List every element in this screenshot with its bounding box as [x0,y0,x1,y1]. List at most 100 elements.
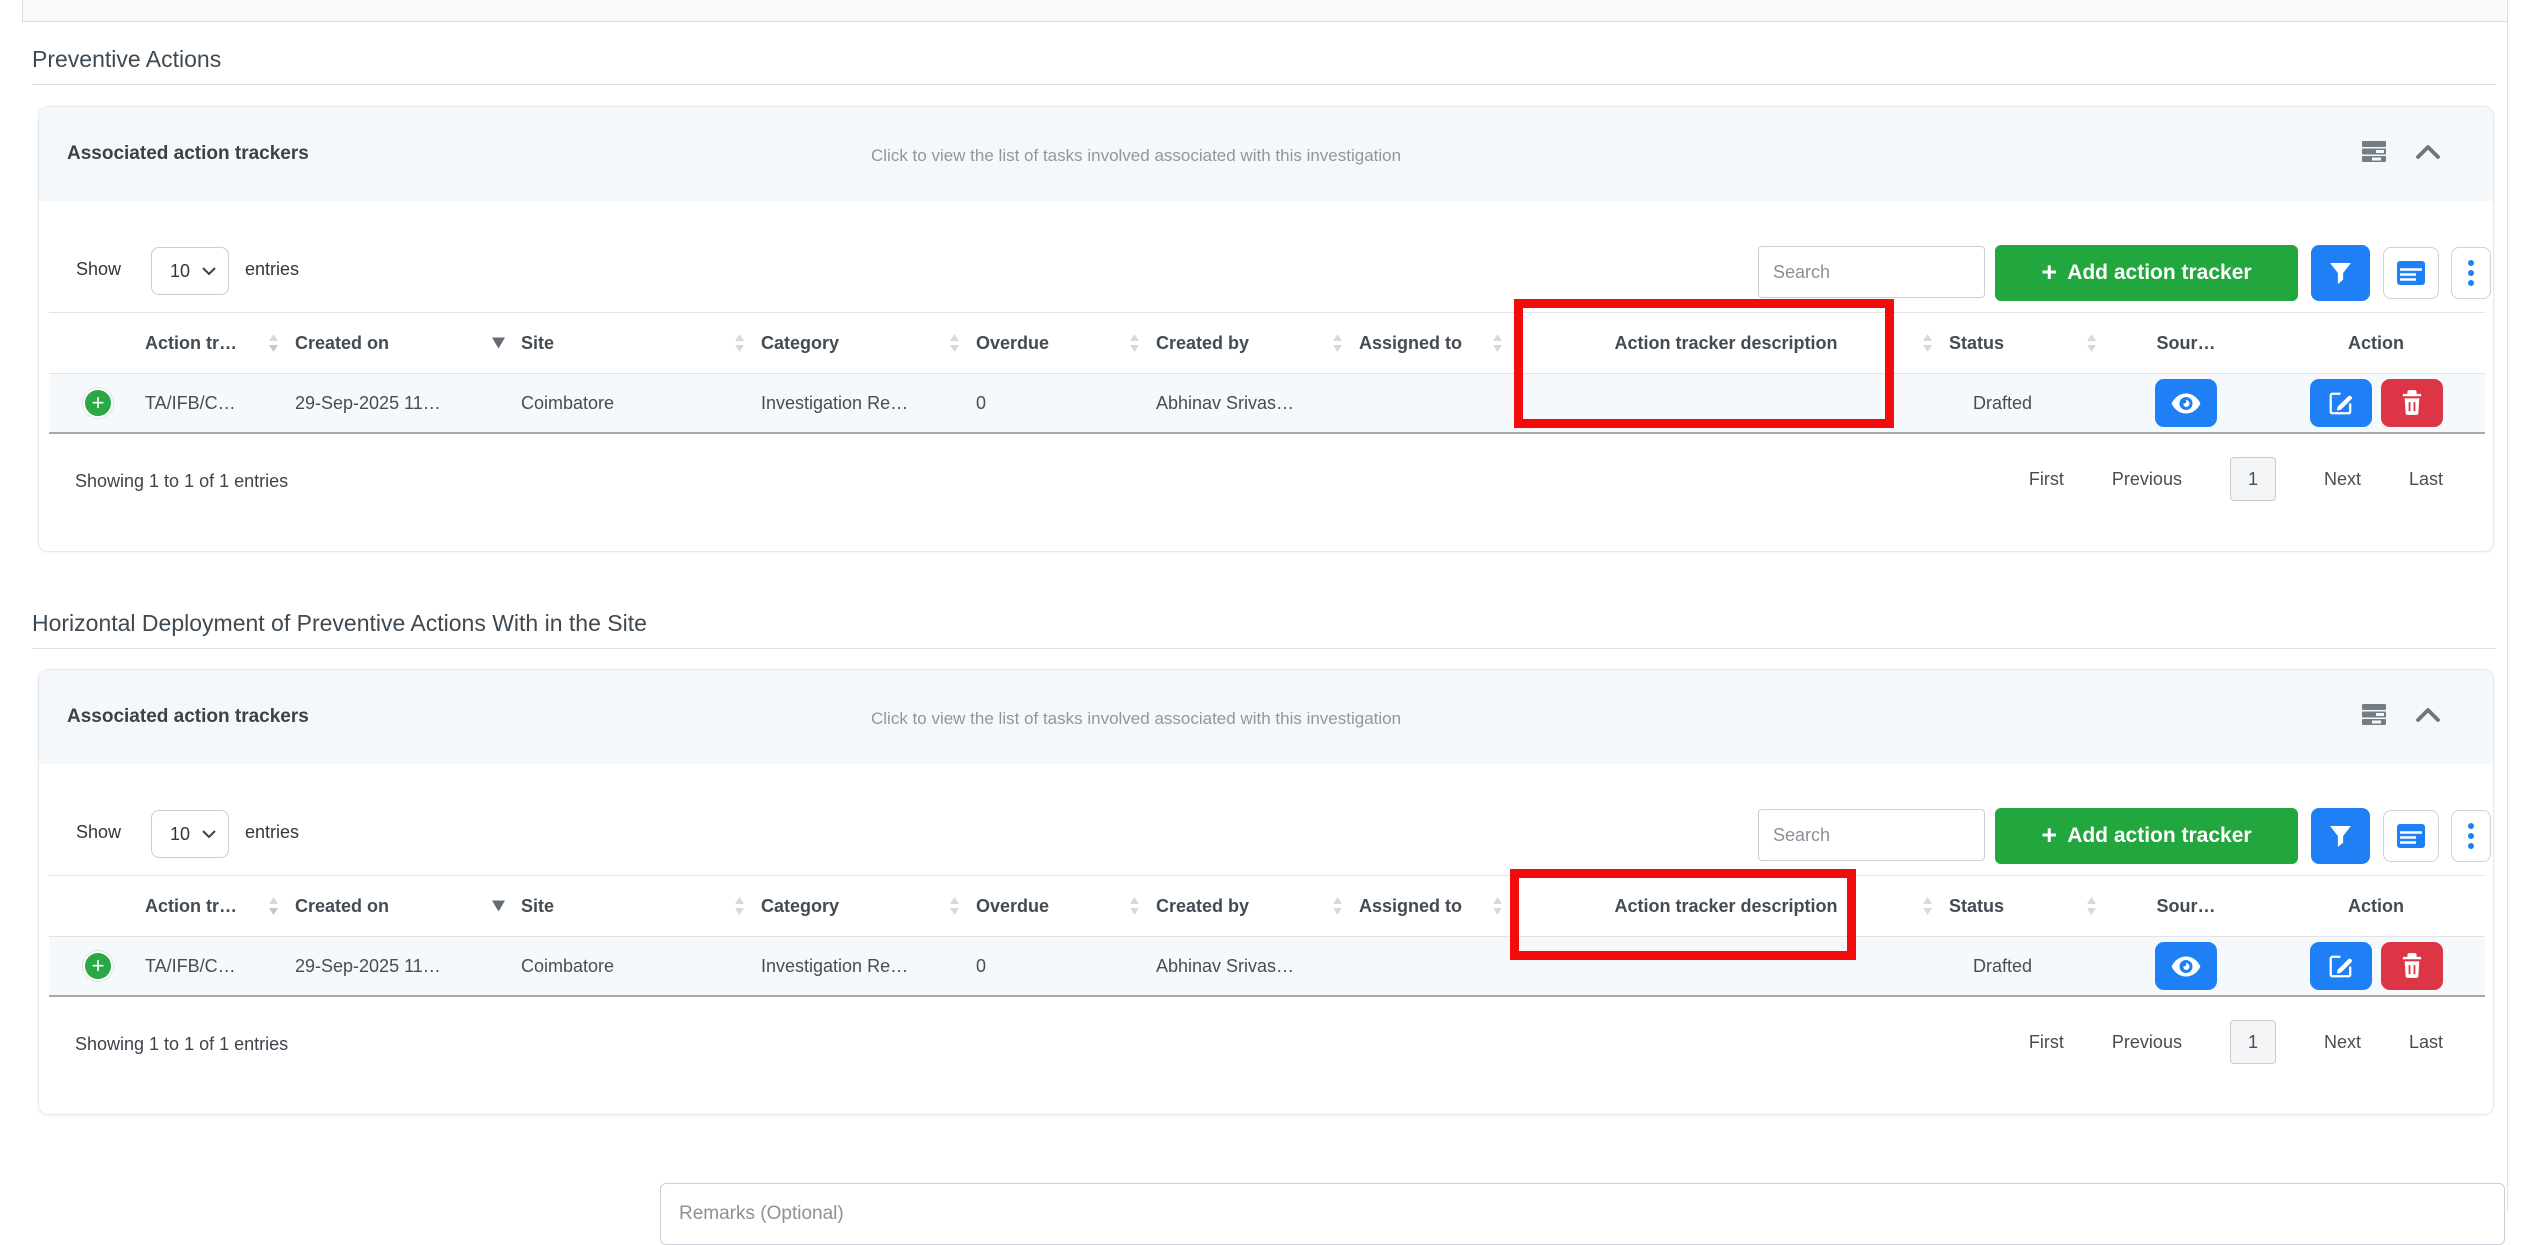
table-row: + TA/IFB/C… 29-Sep-2025 11… Coimbatore I… [49,937,2485,997]
pagination-next[interactable]: Next [2324,469,2361,490]
cell-site: Coimbatore [513,374,753,434]
column-settings-button[interactable] [2383,247,2439,299]
stacked-bars-icon[interactable] [2359,139,2389,163]
remarks-input[interactable] [660,1183,2505,1245]
panel-header[interactable]: Associated action trackers Click to view… [39,670,2493,764]
edit-button[interactable] [2310,379,2372,427]
sort-diamond-icon [1332,334,1343,352]
more-options-button[interactable] [2451,810,2491,862]
pagination-last[interactable]: Last [2409,469,2443,490]
filter-button[interactable] [2311,245,2370,301]
filter-button[interactable] [2311,808,2370,864]
pagination-previous[interactable]: Previous [2112,1032,2182,1053]
previous-card-edge [22,0,2508,22]
cell-category: Investigation Re… [753,374,968,434]
pagination-last[interactable]: Last [2409,1032,2443,1053]
col-header-category[interactable]: Category [753,876,968,937]
sort-diamond-icon [1129,897,1140,915]
expand-row-icon[interactable]: + [83,388,113,418]
pagination: First Previous 1 Next Last [2029,1020,2443,1064]
chevron-down-icon [202,267,216,276]
panel-preventive-actions: Associated action trackers Click to view… [38,106,2494,552]
cell-description [1511,374,1941,434]
trash-icon [2401,953,2423,979]
delete-button[interactable] [2381,942,2443,990]
col-header-created-on[interactable]: Created on [287,876,513,937]
column-settings-button[interactable] [2383,810,2439,862]
view-button[interactable] [2155,942,2217,990]
trash-icon [2401,390,2423,416]
pagination-page-1[interactable]: 1 [2230,1020,2276,1064]
more-options-button[interactable] [2451,247,2491,299]
expand-row-icon[interactable]: + [83,951,113,981]
pagination-page-1[interactable]: 1 [2230,457,2276,501]
sort-diamond-icon [268,334,279,352]
col-header-action: Action [2267,876,2485,937]
entries-label: entries [245,259,299,280]
chevron-up-icon[interactable] [2415,143,2441,160]
sort-diamond-icon [1492,334,1503,352]
panel-title: Associated action trackers [67,706,309,728]
col-header-description[interactable]: Action tracker description [1511,313,1941,374]
col-header-created-by[interactable]: Created by [1148,313,1351,374]
col-header-action: Action [2267,313,2485,374]
col-header-action-tracker-id[interactable]: Action tr… [137,876,287,937]
col-header-description[interactable]: Action tracker description [1511,876,1941,937]
delete-button[interactable] [2381,379,2443,427]
vertical-dots-icon [2467,257,2475,289]
col-header-site[interactable]: Site [513,313,753,374]
cell-assigned-to [1351,374,1511,434]
col-header-source[interactable]: Sour… [2105,313,2267,374]
funnel-icon [2329,825,2352,848]
search-input[interactable] [1758,246,1985,298]
page-size-value: 10 [170,824,190,845]
col-header-status[interactable]: Status [1941,876,2105,937]
sort-diamond-icon [1922,897,1933,915]
pagination-first[interactable]: First [2029,1032,2064,1053]
pagination-next[interactable]: Next [2324,1032,2361,1053]
page-size-select[interactable]: 10 [151,247,229,295]
chevron-up-icon[interactable] [2415,706,2441,723]
edit-button[interactable] [2310,942,2372,990]
cell-assigned-to [1351,937,1511,997]
cell-overdue: 0 [968,937,1148,997]
stacked-bars-icon[interactable] [2359,702,2389,726]
col-header-status[interactable]: Status [1941,313,2105,374]
cell-status: Drafted [1941,374,2105,434]
search-input[interactable] [1758,809,1985,861]
col-header-action-tracker-id[interactable]: Action tr… [137,313,287,374]
col-header-created-by[interactable]: Created by [1148,876,1351,937]
eye-icon [2171,393,2201,414]
sort-diamond-icon [2086,334,2097,352]
panel-hint-text: Click to view the list of tasks involved… [871,709,1401,729]
col-header-category[interactable]: Category [753,313,968,374]
col-header-assigned-to[interactable]: Assigned to [1351,313,1511,374]
table-header-row: Action tr… Created on Site Category Over… [49,313,2485,374]
cell-created-on: 29-Sep-2025 11… [287,937,513,997]
entries-label: entries [245,822,299,843]
cell-description [1511,937,1941,997]
cell-site: Coimbatore [513,937,753,997]
col-header-site[interactable]: Site [513,876,753,937]
add-action-tracker-button[interactable]: + Add action tracker [1995,245,2298,301]
scrollbar-track[interactable] [2507,0,2508,1212]
panel-header[interactable]: Associated action trackers Click to view… [39,107,2493,201]
pagination-previous[interactable]: Previous [2112,469,2182,490]
pencil-square-icon [2328,953,2354,979]
col-header-expander [49,876,137,937]
add-action-tracker-button[interactable]: + Add action tracker [1995,808,2298,864]
col-header-source[interactable]: Sour… [2105,876,2267,937]
pagination-first[interactable]: First [2029,469,2064,490]
col-header-overdue[interactable]: Overdue [968,313,1148,374]
col-header-created-on[interactable]: Created on [287,313,513,374]
action-trackers-table: Action tr… Created on Site Category Over… [49,312,2485,434]
col-header-overdue[interactable]: Overdue [968,876,1148,937]
col-header-assigned-to[interactable]: Assigned to [1351,876,1511,937]
page-size-select[interactable]: 10 [151,810,229,858]
section-divider [32,84,2496,85]
view-button[interactable] [2155,379,2217,427]
sort-diamond-icon [1492,897,1503,915]
cell-created-by: Abhinav Srivas… [1148,374,1351,434]
cell-expander: + [49,374,137,434]
plus-icon: + [2041,259,2057,286]
